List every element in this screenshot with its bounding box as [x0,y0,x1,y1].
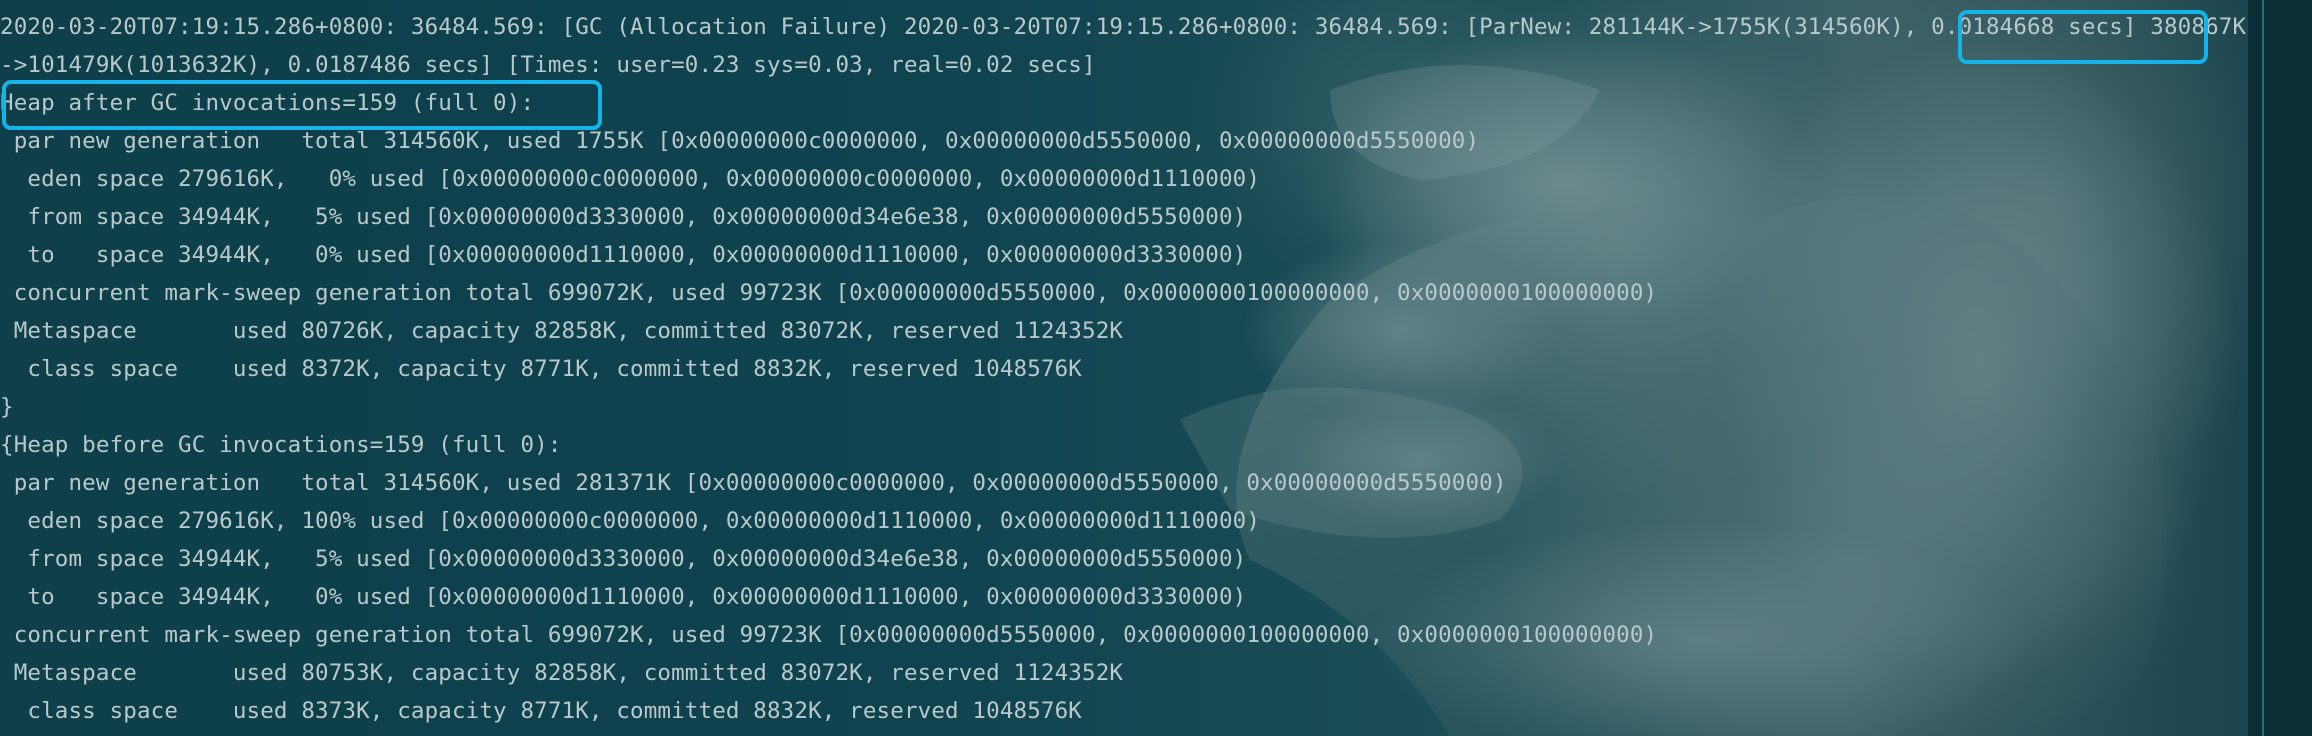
log-line: concurrent mark-sweep generation total 6… [0,622,1658,648]
log-line: ->101479K(1013632K), 0.0187486 secs] [Ti… [0,52,1096,78]
log-line: to space 34944K, 0% used [0x00000000d111… [0,584,1247,610]
log-line-heap-before-gc: {Heap before GC invocations=159 (full 0)… [0,432,562,458]
log-line: class space used 8372K, capacity 8771K, … [0,356,1082,382]
log-line: from space 34944K, 5% used [0x00000000d3… [0,204,1247,230]
log-line: Metaspace used 80753K, capacity 82858K, … [0,660,1124,686]
terminal-window: 2020-03-20T07:19:15.286+0800: 36484.569:… [0,0,2312,736]
highlight-gc-time [1958,10,2208,64]
log-line: 2020-03-20T07:19:15.286+0800: 36484.569:… [0,14,2247,40]
log-line: Metaspace used 80726K, capacity 82858K, … [0,318,1124,344]
log-line: eden space 279616K, 100% used [0x0000000… [0,508,1261,534]
log-line: } [0,394,14,420]
log-line: class space used 8373K, capacity 8771K, … [0,698,1082,724]
log-line: to space 34944K, 0% used [0x00000000d111… [0,242,1247,268]
log-line: eden space 279616K, 0% used [0x00000000c… [0,166,1261,192]
log-line: from space 34944K, 5% used [0x00000000d3… [0,546,1247,572]
log-line: par new generation total 314560K, used 2… [0,470,1507,496]
highlight-heap-after-gc [2,80,602,130]
log-line: concurrent mark-sweep generation total 6… [0,280,1658,306]
